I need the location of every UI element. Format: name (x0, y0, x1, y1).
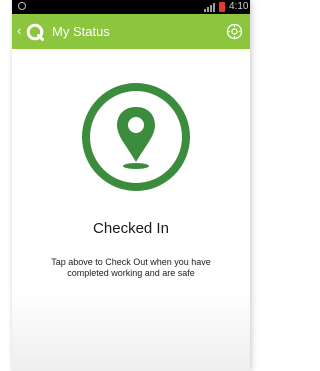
status-bar: 4:10 (12, 0, 250, 14)
battery-icon (219, 2, 225, 12)
signal-icon (204, 3, 215, 12)
instructions-text: Tap above to Check Out when you have com… (51, 257, 211, 278)
status-label: Checked In (93, 220, 169, 237)
clock-time: 4:10 (229, 1, 249, 12)
settings-icon[interactable] (226, 23, 243, 40)
main-content: Checked In Tap above to Check Out when y… (12, 49, 250, 371)
app-logo-icon[interactable] (26, 23, 44, 41)
footer-area (12, 289, 250, 371)
page-title: My Status (52, 24, 110, 39)
notification-icon (18, 2, 26, 10)
back-chevron-icon[interactable]: ‹ (17, 22, 21, 40)
check-out-button[interactable] (81, 82, 191, 192)
phone-screen: 4:10 ‹ My Status Checked In Tap above to… (12, 0, 250, 371)
app-bar: ‹ My Status (12, 14, 250, 49)
location-pin-icon (117, 107, 155, 169)
